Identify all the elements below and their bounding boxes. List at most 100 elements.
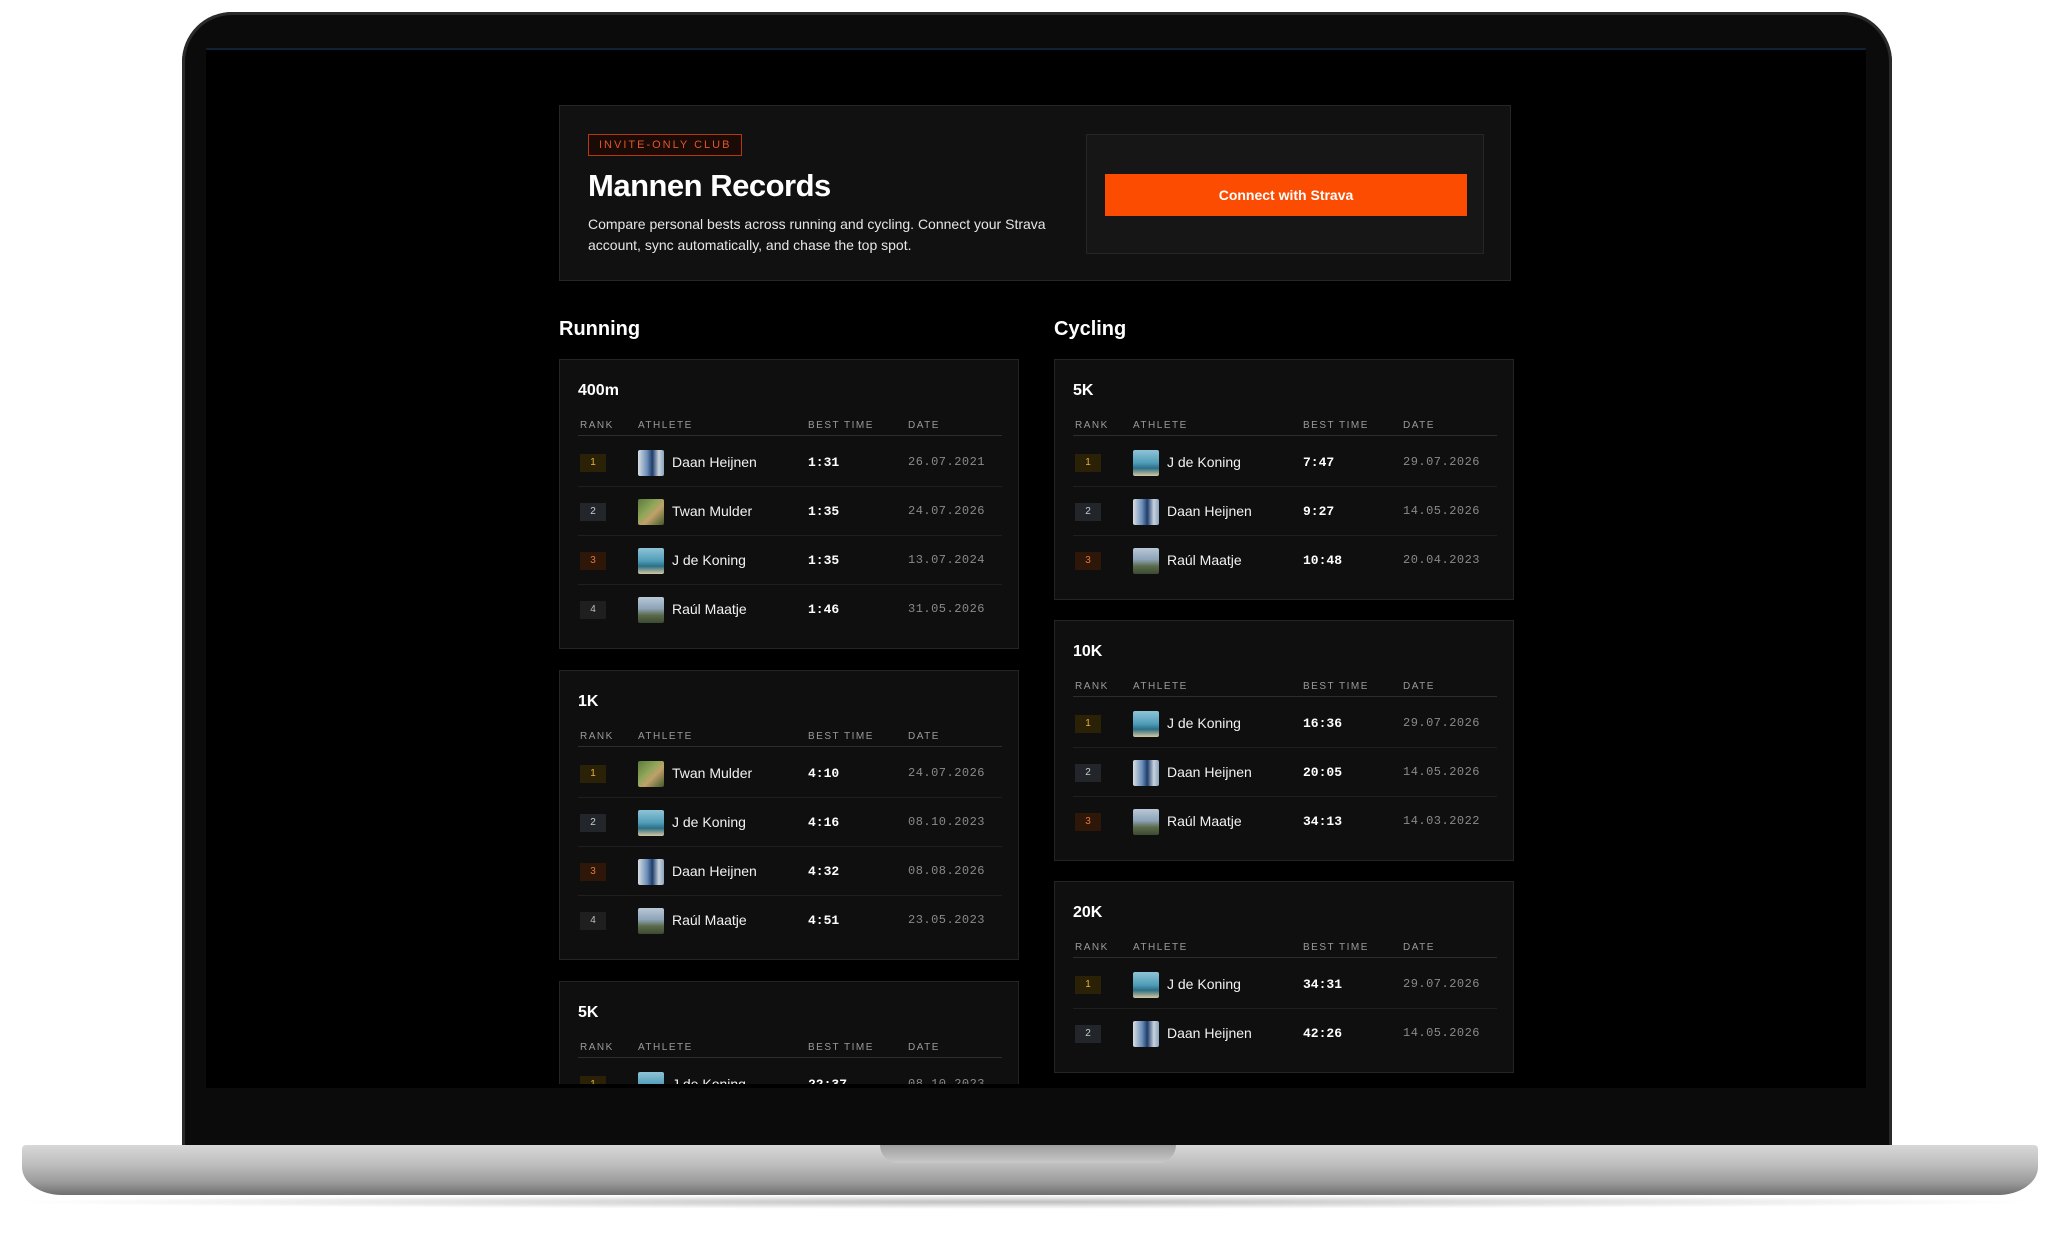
athlete-name[interactable]: Daan Heijnen <box>672 863 757 879</box>
athlete-name[interactable]: J de Koning <box>1167 976 1241 992</box>
table-row[interactable]: 1 Twan Mulder 4:10 24.07.2026 <box>578 749 1002 798</box>
rank-badge: 2 <box>1075 1025 1101 1043</box>
rank-badge: 3 <box>580 552 606 570</box>
column-header-athlete: ATHLETE <box>1133 420 1188 431</box>
athlete-name[interactable]: Raúl Maatje <box>1167 813 1242 829</box>
record-date: 14.03.2022 <box>1403 814 1481 828</box>
athlete-name[interactable]: J de Koning <box>1167 454 1241 470</box>
table-row[interactable]: 2 Daan Heijnen 9:27 14.05.2026 <box>1073 487 1497 536</box>
record-date: 29.07.2026 <box>1403 455 1481 469</box>
section-title-running: Running <box>559 318 641 340</box>
table-row[interactable]: 1 J de Koning 7:47 29.07.2026 <box>1073 438 1497 487</box>
table-row[interactable]: 3 J de Koning 1:35 13.07.2024 <box>578 536 1002 585</box>
best-time: 20:05 <box>1303 765 1343 780</box>
record-date: 24.07.2026 <box>908 504 986 518</box>
table-row[interactable]: 2 Daan Heijnen 20:05 14.05.2026 <box>1073 748 1497 797</box>
best-time: 4:32 <box>808 864 840 879</box>
avatar <box>638 548 664 574</box>
best-time: 10:48 <box>1303 553 1343 568</box>
table-row[interactable]: 2 Daan Heijnen 42:26 14.05.2026 <box>1073 1009 1497 1058</box>
table-row[interactable]: 4 Raúl Maatje 1:46 31.05.2026 <box>578 585 1002 634</box>
rank-badge: 4 <box>580 912 606 930</box>
table-row[interactable]: 3 Raúl Maatje 10:48 20.04.2023 <box>1073 536 1497 585</box>
record-date: 14.05.2026 <box>1403 1026 1481 1040</box>
best-time: 7:47 <box>1303 455 1335 470</box>
column-header-best-time: BEST TIME <box>808 420 874 431</box>
athlete-name[interactable]: J de Koning <box>672 552 746 568</box>
athlete-name[interactable]: J de Koning <box>1167 715 1241 731</box>
column-header-best-time: BEST TIME <box>1303 681 1369 692</box>
athlete-name[interactable]: Raúl Maatje <box>672 912 747 928</box>
athlete-name[interactable]: Daan Heijnen <box>1167 764 1252 780</box>
best-time: 9:27 <box>1303 504 1335 519</box>
record-date: 24.07.2026 <box>908 766 986 780</box>
column-header-rank: RANK <box>1075 681 1109 692</box>
card-title: 10K <box>1073 643 1103 660</box>
record-date: 23.05.2023 <box>908 913 986 927</box>
rank-badge: 2 <box>1075 764 1101 782</box>
avatar <box>638 908 664 934</box>
table-header: RANK ATHLETE BEST TIME DATE <box>1073 420 1497 436</box>
column-header-date: DATE <box>908 420 940 431</box>
table-header: RANK ATHLETE BEST TIME DATE <box>578 420 1002 436</box>
avatar <box>638 859 664 885</box>
record-date: 31.05.2026 <box>908 602 986 616</box>
table-row[interactable]: 4 Raúl Maatje 4:51 23.05.2023 <box>578 896 1002 945</box>
record-date: 29.07.2026 <box>1403 716 1481 730</box>
athlete-name[interactable]: Daan Heijnen <box>1167 1025 1252 1041</box>
avatar <box>1133 450 1159 476</box>
table-row[interactable]: 3 Raúl Maatje 34:13 14.03.2022 <box>1073 797 1497 846</box>
leaderboard-card-cycling-10k: 10K RANK ATHLETE BEST TIME DATE 1 J de Koning 1… <box>1054 620 1514 861</box>
leaderboard-card-running-5k: 5KRANKATHLETEBEST TIMEDATE1J de Koning22… <box>559 981 1019 1088</box>
rank-badge: 4 <box>580 601 606 619</box>
table-header: RANK ATHLETE BEST TIME DATE <box>1073 942 1497 958</box>
table-row[interactable]: 3 Daan Heijnen 4:32 08.08.2026 <box>578 847 1002 896</box>
column-header-best-time: BEST TIME <box>808 731 874 742</box>
athlete-name[interactable]: Raúl Maatje <box>672 601 747 617</box>
best-time: 1:46 <box>808 602 840 617</box>
column-header-date: DATE <box>1403 681 1435 692</box>
athlete-name[interactable]: J de Koning <box>672 814 746 830</box>
column-header-date: DATE <box>908 731 940 742</box>
table-row[interactable]: 2 Twan Mulder 1:35 24.07.2026 <box>578 487 1002 536</box>
record-date: 14.05.2026 <box>1403 765 1481 779</box>
rank-badge: 3 <box>1075 813 1101 831</box>
best-time: 16:36 <box>1303 716 1343 731</box>
best-time: 42:26 <box>1303 1026 1343 1041</box>
record-date: 13.07.2024 <box>908 553 986 567</box>
athlete-name[interactable]: Twan Mulder <box>672 765 752 781</box>
record-date: 29.07.2026 <box>1403 977 1481 991</box>
column-header-rank: RANK <box>580 420 614 431</box>
connect-strava-button[interactable]: Connect with Strava <box>1105 174 1467 216</box>
athlete-name[interactable]: Raúl Maatje <box>1167 552 1242 568</box>
table-row[interactable]: 1 J de Koning 16:36 29.07.2026 <box>1073 699 1497 748</box>
rank-badge: 1 <box>1075 454 1101 472</box>
column-header-best-time: BEST TIME <box>808 1042 874 1053</box>
table-row[interactable]: 1 Daan Heijnen 1:31 26.07.2021 <box>578 438 1002 487</box>
column-header-athlete: ATHLETE <box>638 731 693 742</box>
table-header: RANK ATHLETE BEST TIME DATE <box>578 731 1002 747</box>
card-title: 20K <box>1073 904 1103 921</box>
table-header: RANK ATHLETE BEST TIME DATE <box>578 1042 1002 1058</box>
best-time: 34:31 <box>1303 977 1343 992</box>
rank-badge: 1 <box>1075 715 1101 733</box>
rank-badge: 2 <box>1075 503 1101 521</box>
table-row[interactable]: 1 J de Koning 34:31 29.07.2026 <box>1073 960 1497 1009</box>
athlete-name[interactable]: Daan Heijnen <box>672 454 757 470</box>
page-title: Mannen Records <box>588 168 831 203</box>
section-title-cycling: Cycling <box>1054 318 1127 340</box>
table-row[interactable]: 2 J de Koning 4:16 08.10.2023 <box>578 798 1002 847</box>
hero-panel: INVITE-ONLY CLUB Mannen Records Compare … <box>559 105 1511 281</box>
invite-only-badge: INVITE-ONLY CLUB <box>588 134 743 156</box>
card-title: 1K <box>578 693 599 710</box>
best-time: 1:35 <box>808 553 840 568</box>
avatar <box>638 761 664 787</box>
athlete-name[interactable]: Twan Mulder <box>672 503 752 519</box>
athlete-name[interactable]: Daan Heijnen <box>1167 503 1252 519</box>
column-header-athlete: ATHLETE <box>638 1042 693 1053</box>
column-header-best-time: BEST TIME <box>1303 942 1369 953</box>
column-header-rank: RANK <box>1075 942 1109 953</box>
avatar <box>1133 1021 1159 1047</box>
column-header-athlete: ATHLETE <box>1133 681 1188 692</box>
best-time: 4:10 <box>808 766 840 781</box>
